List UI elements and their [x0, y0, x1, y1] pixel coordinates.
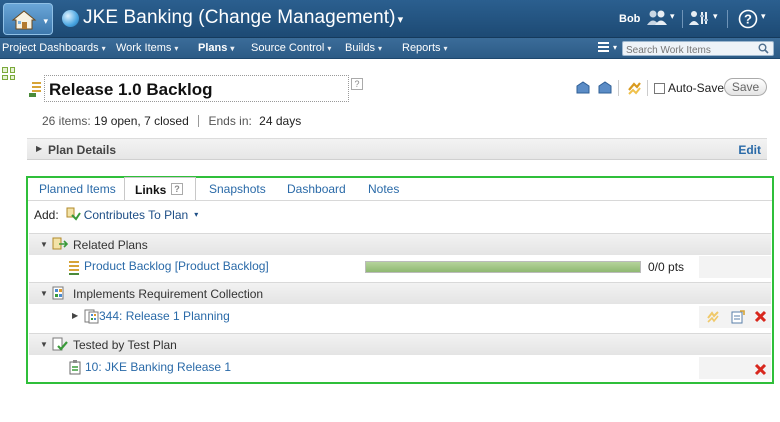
- project-globe-icon: [62, 10, 79, 27]
- project-title[interactable]: JKE Banking (Change Management) ▾: [83, 7, 403, 29]
- expand-triangle-icon[interactable]: ▶: [36, 144, 42, 153]
- header-divider: [647, 80, 648, 96]
- header-divider: [618, 80, 619, 96]
- plan-name-field[interactable]: Release 1.0 Backlog: [44, 75, 349, 102]
- plan-icon: [29, 82, 41, 97]
- home-button[interactable]: ▾: [3, 3, 53, 35]
- ends-in-value: 24 days: [259, 114, 302, 128]
- search-icon[interactable]: [758, 43, 769, 54]
- collapse-triangle-icon[interactable]: ▼: [40, 240, 48, 249]
- people-menu-chevron-icon[interactable]: ▾: [670, 11, 675, 22]
- remove-link-icon[interactable]: [754, 363, 767, 376]
- plan-name-help-icon[interactable]: ?: [351, 78, 363, 90]
- group-label: Implements Requirement Collection: [73, 287, 264, 301]
- add-link-row: Add: Contributes To Plan ▾: [34, 207, 198, 222]
- add-contributes-to-plan-menu[interactable]: Contributes To Plan: [84, 208, 189, 222]
- item-count: 26 items:: [42, 114, 91, 128]
- edit-link-icon[interactable]: [731, 310, 745, 324]
- requirement-collection-link[interactable]: 344: Release 1 Planning: [99, 309, 230, 323]
- autosave-checkbox[interactable]: [654, 82, 665, 94]
- group-label: Related Plans: [73, 238, 148, 252]
- test-plan-link[interactable]: 10: JKE Banking Release 1: [85, 360, 231, 374]
- expand-triangle-icon[interactable]: ▶: [72, 311, 78, 320]
- actions-cell: [699, 256, 771, 278]
- collapse-triangle-icon[interactable]: ▼: [40, 340, 48, 349]
- tab-dashboard[interactable]: Dashboard: [287, 182, 346, 196]
- add-label: Add:: [34, 207, 59, 222]
- project-menu-chevron-icon[interactable]: ▾: [398, 14, 404, 26]
- search-work-items: [622, 41, 774, 57]
- nav-source-control[interactable]: Source Control ▾: [251, 42, 331, 54]
- svg-text:?: ?: [744, 12, 752, 27]
- toolbar-divider: [727, 10, 728, 28]
- people-icon[interactable]: [645, 9, 669, 27]
- contributes-to-plan-icon: [66, 207, 81, 221]
- tab-planned-items[interactable]: Planned Items: [39, 182, 116, 196]
- nav-work-items[interactable]: Work Items ▾: [116, 42, 178, 54]
- test-plan-icon: [52, 337, 68, 351]
- main-nav: Project Dashboards ▾ Work Items ▾ Plans ▾ S…: [0, 38, 780, 59]
- edit-link[interactable]: Edit: [738, 143, 761, 157]
- tab-strip-border: [28, 200, 772, 201]
- plan-summary: 26 items: 19 open, 7 closed Ends in: 24 …: [42, 114, 301, 128]
- list-item: Product Backlog [Product Backlog] 0/0 pt…: [29, 255, 771, 279]
- tab-notes[interactable]: Notes: [368, 182, 399, 196]
- list-item: ▶ 344: Release 1 Planning: [29, 305, 771, 329]
- plan-progress-bar: [365, 261, 641, 273]
- collapse-all-icon[interactable]: [576, 81, 590, 95]
- home-icon: [11, 10, 37, 30]
- expand-all-icon[interactable]: [598, 81, 612, 95]
- plan-details-section[interactable]: ▶ Plan Details Edit: [27, 138, 767, 160]
- group-label: Tested by Test Plan: [73, 338, 177, 352]
- dashboard-grid-icon[interactable]: [2, 67, 15, 80]
- nav-builds[interactable]: Builds ▾: [345, 42, 382, 54]
- test-plan-icon: [69, 360, 81, 375]
- help-menu-chevron-icon[interactable]: ▾: [761, 11, 766, 22]
- nav-plans[interactable]: Plans ▾: [198, 42, 234, 54]
- refresh-icon[interactable]: [627, 81, 642, 96]
- save-button[interactable]: Save: [724, 78, 767, 96]
- saved-queries-chevron-icon[interactable]: ▾: [613, 43, 617, 52]
- group-related-plans[interactable]: ▼ Related Plans: [29, 233, 771, 255]
- help-icon[interactable]: ?: [738, 9, 758, 29]
- home-menu-chevron-icon[interactable]: ▾: [43, 16, 48, 27]
- nav-project-dashboards[interactable]: Project Dashboards ▾: [2, 42, 106, 54]
- list-item: 10: JKE Banking Release 1: [29, 356, 771, 380]
- open-closed-count: 19 open, 7 closed: [94, 114, 189, 128]
- plan-icon: [69, 261, 79, 275]
- related-plan-link[interactable]: Product Backlog [Product Backlog]: [84, 259, 269, 273]
- autosave-label: Auto-Save: [668, 81, 725, 95]
- autosave-toggle[interactable]: Auto-Save: [654, 81, 724, 95]
- toolbar-divider: [682, 10, 683, 28]
- group-implements-requirement-collection[interactable]: ▼ Implements Requirement Collection: [29, 282, 771, 304]
- progress-points: 0/0 pts: [648, 260, 685, 274]
- collapse-triangle-icon[interactable]: ▼: [40, 289, 48, 298]
- settings-menu-chevron-icon[interactable]: ▾: [713, 11, 718, 22]
- links-help-icon[interactable]: ?: [171, 183, 183, 195]
- nav-reports[interactable]: Reports ▾: [402, 42, 448, 54]
- settings-icon[interactable]: [688, 9, 710, 27]
- plan-details-label: Plan Details: [48, 143, 117, 157]
- requirement-collection-icon: [52, 286, 64, 300]
- related-plans-icon: [52, 237, 68, 250]
- saved-queries-icon[interactable]: [598, 42, 609, 53]
- remove-link-icon[interactable]: [754, 310, 767, 323]
- group-tested-by-test-plan[interactable]: ▼ Tested by Test Plan: [29, 333, 771, 355]
- add-menu-chevron-icon[interactable]: ▾: [194, 210, 198, 219]
- search-input[interactable]: [623, 44, 748, 57]
- tab-snapshots[interactable]: Snapshots: [209, 182, 266, 196]
- sync-link-icon[interactable]: [706, 310, 720, 324]
- tab-links[interactable]: Links ?: [124, 177, 196, 201]
- user-name[interactable]: Bob: [619, 13, 640, 25]
- ends-in-label: Ends in:: [208, 114, 252, 128]
- top-banner: ▾ JKE Banking (Change Management) ▾ Bob ▾…: [0, 0, 780, 38]
- requirement-collection-icon: [84, 309, 99, 324]
